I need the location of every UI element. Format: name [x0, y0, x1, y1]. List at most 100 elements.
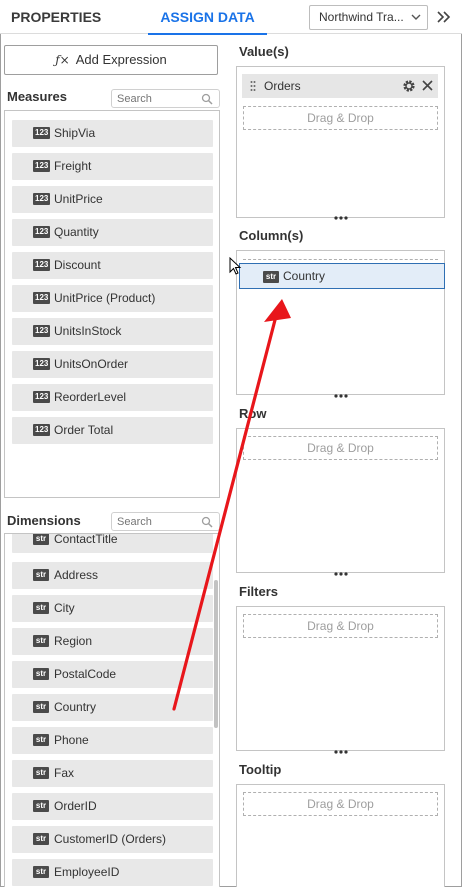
number-type-badge: 123: [33, 358, 51, 370]
field-label: Discount: [54, 258, 101, 272]
row-resize-handle-icon[interactable]: [333, 571, 349, 577]
columns-zone-title: Column(s): [239, 228, 304, 243]
values-drag-drop-area[interactable]: Drag & Drop: [243, 106, 438, 130]
columns-resize-handle-icon[interactable]: [333, 393, 349, 399]
string-type-badge: str: [33, 668, 49, 680]
field-label: Country: [54, 700, 97, 714]
dimension-field[interactable]: str ContactTitle: [12, 533, 213, 553]
panel-header: PROPERTIES ASSIGN DATA Northwind Tra...: [0, 0, 462, 35]
string-type-badge: str: [33, 734, 49, 746]
measure-field[interactable]: 123 UnitPrice: [12, 186, 213, 213]
dimension-field[interactable]: str Country: [12, 694, 213, 721]
field-label: Freight: [54, 159, 92, 173]
string-type-badge: str: [33, 701, 49, 713]
string-type-badge: str: [33, 569, 49, 581]
string-type-badge: str: [33, 602, 49, 614]
close-icon[interactable]: [421, 79, 434, 92]
measure-field[interactable]: 123 UnitPrice (Product): [12, 285, 213, 312]
tab-assign-data[interactable]: ASSIGN DATA: [148, 0, 267, 35]
add-expression-label: Add Expression: [75, 52, 167, 67]
number-type-badge: 123: [33, 193, 51, 205]
values-field-chip[interactable]: Orders: [242, 74, 438, 98]
field-label: ContactTitle: [54, 533, 118, 546]
datasource-label: Northwind Tra...: [319, 10, 404, 24]
row-zone-title: Row: [239, 406, 267, 421]
search-icon: [201, 93, 213, 105]
drag-ghost-label: Country: [283, 269, 326, 283]
tooltip-zone-title: Tooltip: [239, 762, 282, 777]
row-drag-drop-area[interactable]: Drag & Drop: [243, 436, 438, 460]
field-label: Fax: [54, 766, 75, 780]
number-type-badge: 123: [33, 160, 51, 172]
string-type-badge: str: [33, 534, 49, 545]
measure-field[interactable]: 123 Discount: [12, 252, 213, 279]
dimensions-list: str ContactTitle str Address str City str Re…: [4, 533, 220, 887]
field-label: Phone: [54, 733, 89, 747]
filters-drag-drop-area[interactable]: Drag & Drop: [243, 614, 438, 638]
field-label: OrderID: [54, 799, 97, 813]
field-label: UnitsInStock: [54, 324, 122, 338]
dimension-field[interactable]: str Address: [12, 562, 213, 589]
dimension-field[interactable]: str OrderID: [12, 793, 213, 820]
field-label: UnitPrice (Product): [54, 291, 156, 305]
dimension-field[interactable]: str EmployeeID: [12, 859, 213, 886]
add-expression-button[interactable]: ƒ× Add Expression: [4, 45, 218, 75]
field-label: PostalCode: [54, 667, 117, 681]
dimension-field[interactable]: str City: [12, 595, 213, 622]
filters-drop-zone[interactable]: Drag & Drop: [236, 606, 445, 751]
measure-field[interactable]: 123 Freight: [12, 153, 213, 180]
field-label: Address: [54, 568, 99, 582]
field-label: Order Total: [54, 423, 114, 437]
filters-resize-handle-icon[interactable]: [333, 749, 349, 755]
measure-field[interactable]: 123 UnitsInStock: [12, 318, 213, 345]
string-type-badge: str: [33, 866, 49, 878]
dimension-field[interactable]: str CustomerID (Orders): [12, 826, 213, 853]
dimension-field[interactable]: str PostalCode: [12, 661, 213, 688]
field-label: CustomerID (Orders): [54, 832, 167, 846]
field-label: City: [54, 601, 75, 615]
collapse-panel-icon[interactable]: [434, 8, 454, 26]
number-type-badge: 123: [33, 259, 51, 271]
measures-list: 123 ShipVia 123 Freight 123 UnitPrice 123 Qu…: [4, 110, 220, 498]
field-label: UnitsOnOrder: [54, 357, 129, 371]
tab-properties[interactable]: PROPERTIES: [11, 0, 101, 34]
field-label: ReorderLevel: [54, 390, 127, 404]
string-type-badge: str: [33, 767, 49, 779]
values-resize-handle-icon[interactable]: [333, 215, 349, 221]
string-type-badge: str: [263, 271, 279, 283]
field-label: UnitPrice: [54, 192, 103, 206]
measures-title: Measures: [7, 89, 67, 104]
tooltip-drop-zone[interactable]: Drag & Drop: [236, 784, 445, 887]
string-type-badge: str: [33, 833, 49, 845]
dimension-field[interactable]: str Fax: [12, 760, 213, 787]
values-chip-label: Orders: [264, 79, 301, 93]
drag-handle-icon[interactable]: [250, 80, 256, 92]
number-type-badge: 123: [33, 424, 51, 436]
chevron-down-icon: [411, 14, 421, 20]
measure-field[interactable]: 123 Quantity: [12, 219, 213, 246]
string-type-badge: str: [33, 635, 49, 647]
number-type-badge: 123: [33, 292, 51, 304]
number-type-badge: 123: [33, 325, 51, 337]
filters-zone-title: Filters: [239, 584, 279, 599]
field-label: Region: [54, 634, 93, 648]
measure-field[interactable]: 123 Order Total: [12, 417, 213, 444]
row-drop-zone[interactable]: Drag & Drop: [236, 428, 445, 573]
gear-icon[interactable]: [402, 79, 416, 93]
measure-field[interactable]: 123 ShipVia: [12, 120, 213, 147]
string-type-badge: str: [33, 800, 49, 812]
field-label: ShipVia: [54, 126, 96, 140]
number-type-badge: 123: [33, 226, 51, 238]
measure-field[interactable]: 123 ReorderLevel: [12, 384, 213, 411]
field-label: EmployeeID: [54, 865, 120, 879]
dimensions-scrollbar[interactable]: [214, 580, 218, 728]
function-icon: ƒ×: [55, 53, 70, 67]
drag-ghost-country: str Country: [239, 263, 445, 289]
dimension-field[interactable]: str Phone: [12, 727, 213, 754]
tooltip-drag-drop-area[interactable]: Drag & Drop: [243, 792, 438, 816]
measure-field[interactable]: 123 UnitsOnOrder: [12, 351, 213, 378]
number-type-badge: 123: [33, 127, 51, 139]
dimension-field[interactable]: str Region: [12, 628, 213, 655]
datasource-dropdown[interactable]: Northwind Tra...: [309, 5, 428, 30]
number-type-badge: 123: [33, 391, 51, 403]
